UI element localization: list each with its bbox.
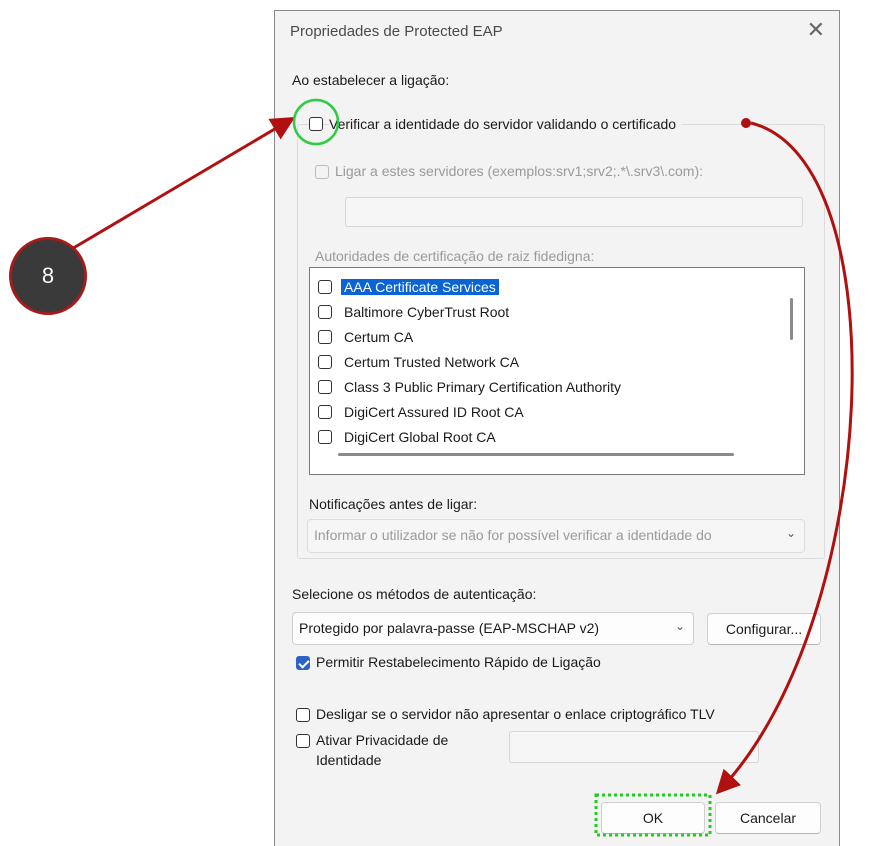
ok-button-highlight (594, 793, 712, 837)
step-badge: 8 (9, 237, 87, 315)
curved-arrow (715, 121, 854, 795)
annotation-overlay (69, 98, 854, 837)
step-arrow (69, 116, 296, 252)
verify-checkbox-highlight (292, 98, 340, 146)
arrow-origin-dot (741, 118, 751, 128)
